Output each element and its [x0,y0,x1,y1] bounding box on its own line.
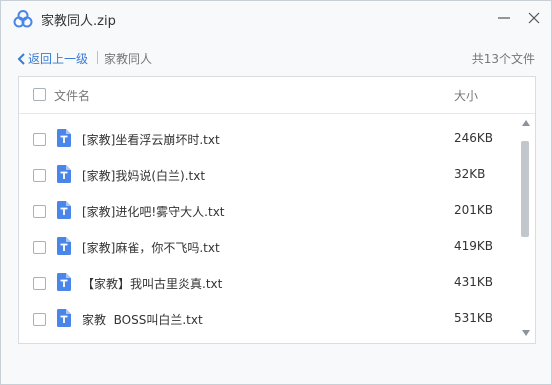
file-name: 家教 BOSS叫白兰.txt [82,313,203,327]
list-item[interactable]: [家教]麻雀，你不飞吗.txt 419KB [19,229,519,265]
file-name: [家教]我妈说(白兰).txt [82,169,206,183]
column-header-name[interactable]: 文件名 [54,87,90,104]
file-name: 【家教】我叫古里炎真.txt [82,277,223,291]
txt-file-icon [57,309,71,327]
row-checkbox[interactable] [33,313,46,326]
txt-file-icon [57,165,71,183]
row-checkbox[interactable] [33,241,46,254]
list-item[interactable]: 【家教】我叫古里炎真.txt 431KB [19,265,519,301]
scroll-up-arrow-icon[interactable] [521,119,531,127]
list-item[interactable]: [家教]进化吧!雾守大人.txt 201KB [19,193,519,229]
app-logo-icon [13,10,33,28]
back-button-label: 返回上一级 [28,52,89,66]
file-count: 共13个文件 [471,52,535,66]
breadcrumb-divider [97,51,98,64]
file-name: [家教]进化吧!雾守大人.txt [82,205,225,219]
file-name: [家教]坐看浮云崩坏时.txt [82,133,220,147]
select-all-checkbox[interactable] [33,88,46,101]
window-title: 家教同人.zip [41,14,116,29]
archive-viewer-window: 家教同人.zip 返回上一级 家教同人 共13个文件 文件名 大小 [家教]坐看… [0,0,552,385]
file-name: [家教]麻雀，你不飞吗.txt [82,241,220,255]
chevron-left-icon [17,52,25,65]
navigation-bar: 返回上一级 家教同人 共13个文件 [1,37,551,75]
row-checkbox[interactable] [33,133,46,146]
row-checkbox[interactable] [33,277,46,290]
back-button[interactable]: 返回上一级 [17,50,88,67]
title-bar: 家教同人.zip [1,1,551,37]
txt-file-icon [57,201,71,219]
file-list-panel: 文件名 大小 [家教]坐看浮云崩坏时.txt 246KB [家教]我妈说(白兰)… [18,76,536,344]
txt-file-icon [57,273,71,291]
close-icon[interactable] [523,7,545,29]
list-item[interactable]: [家教]坐看浮云崩坏时.txt 246KB [19,121,519,157]
file-size: 201KB [454,203,494,217]
scrollbar-thumb[interactable] [521,141,529,237]
txt-file-icon [57,129,71,147]
column-header-size[interactable]: 大小 [454,87,478,104]
list-item[interactable]: [家教]我妈说(白兰).txt 32KB [19,157,519,193]
file-size: 32KB [454,167,486,181]
row-checkbox[interactable] [33,169,46,182]
list-header: 文件名 大小 [19,77,535,114]
minimize-icon[interactable] [493,7,515,29]
file-size: 419KB [454,239,494,253]
list-item[interactable]: 家教 BOSS叫白兰.txt 531KB [19,301,519,337]
txt-file-icon [57,237,71,255]
file-size: 246KB [454,131,494,145]
breadcrumb: 家教同人 [104,52,153,66]
file-size: 531KB [454,311,494,325]
file-size: 431KB [454,275,494,289]
row-checkbox[interactable] [33,205,46,218]
scroll-down-arrow-icon[interactable] [521,329,531,337]
